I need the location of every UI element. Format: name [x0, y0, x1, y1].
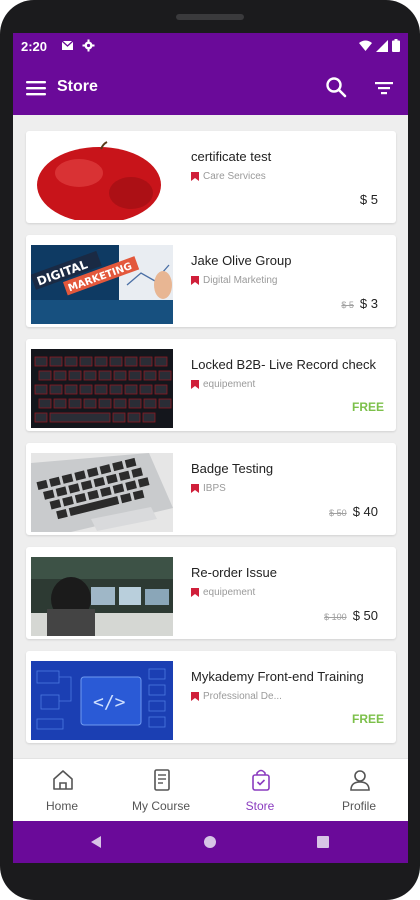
free-label: FREE [351, 712, 384, 726]
category-label: IBPS [203, 483, 226, 494]
original-price: $ 5 [341, 300, 354, 310]
category-label: Professional De... [203, 691, 282, 702]
course-category: Care Services [191, 171, 266, 182]
price-area: $ 5 $ 3 [341, 296, 384, 311]
course-thumbnail-keyboard-dark [31, 349, 173, 428]
course-title: Mykademy Front-end Training [191, 669, 364, 684]
svg-text:</>: </> [93, 692, 126, 713]
course-card[interactable]: Badge Testing IBPS $ 50 $ 40 [26, 443, 396, 535]
bookmark-flag-icon [191, 172, 199, 181]
price-area: FREE [340, 712, 384, 726]
course-card[interactable]: Re-order Issue equipement $ 100 $ 50 [26, 547, 396, 639]
course-title: Locked B2B- Live Record check [191, 357, 376, 372]
hamburger-menu-icon[interactable] [25, 77, 47, 99]
signal-icon [376, 39, 388, 52]
current-price: $ 40 [352, 504, 378, 519]
screen: 2:20 Store certificate test Care Service… [13, 33, 408, 863]
status-time: 2:20 [21, 39, 48, 54]
home-circle-icon[interactable] [203, 835, 217, 849]
profile-icon [350, 770, 370, 791]
nav-profile[interactable]: Profile [310, 759, 408, 822]
course-thumbnail-digital-marketing: DIGITAL MARKETING [31, 245, 173, 324]
nav-home-label: Home [45, 799, 78, 813]
course-list: certificate test Care Services $ 5 DIGIT… [13, 115, 408, 758]
current-price: $ 3 [359, 296, 378, 311]
bookmark-flag-icon [191, 692, 199, 701]
category-label: equipement [203, 587, 256, 598]
bookmark-flag-icon [191, 380, 199, 389]
nav-my-course-label: My Course [131, 799, 190, 813]
status-bar: 2:20 [13, 33, 408, 60]
price-area: $ 50 $ 40 [329, 504, 384, 519]
settings-gear-icon [82, 39, 95, 52]
course-category: equipement [191, 587, 255, 598]
course-thumbnail-apple [31, 141, 173, 220]
free-label: FREE [351, 400, 384, 414]
bookmark-flag-icon [191, 276, 199, 285]
wifi-icon [359, 40, 372, 51]
back-icon[interactable] [89, 835, 103, 849]
current-price: $ 5 [359, 192, 378, 207]
current-price: $ 50 [352, 608, 378, 623]
course-title: certificate test [191, 149, 272, 164]
course-card[interactable]: DIGITAL MARKETING Jake Olive Group Digit… [26, 235, 396, 327]
mail-icon [61, 40, 74, 50]
phone-speaker [176, 14, 244, 20]
price-area: $ 100 $ 50 [324, 608, 384, 623]
course-category: IBPS [191, 483, 226, 494]
store-bag-icon [252, 769, 270, 791]
course-title: Badge Testing [191, 461, 274, 476]
course-card[interactable]: Locked B2B- Live Record check equipement… [26, 339, 396, 431]
nav-store[interactable]: Store [211, 759, 309, 822]
nav-my-course[interactable]: My Course [112, 759, 210, 822]
nav-store-label: Store [245, 799, 275, 813]
search-icon[interactable] [325, 76, 347, 98]
original-price: $ 50 [329, 508, 347, 518]
phone-frame: 2:20 Store certificate test Care Service… [0, 0, 420, 900]
home-icon [53, 770, 73, 790]
course-card[interactable]: </> Mykademy Front-end Training Professi… [26, 651, 396, 743]
nav-home[interactable]: Home [13, 759, 111, 822]
course-title: Re-order Issue [191, 565, 277, 580]
course-category: Professional De... [191, 691, 282, 702]
price-area: $ 5 [354, 192, 384, 207]
category-label: Digital Marketing [203, 275, 278, 286]
course-thumbnail-frontend: </> [31, 661, 173, 740]
original-price: $ 100 [324, 612, 347, 622]
category-label: equipement [203, 379, 256, 390]
course-icon [154, 769, 170, 791]
price-area: FREE [340, 400, 384, 414]
course-category: Digital Marketing [191, 275, 277, 286]
battery-icon [392, 39, 400, 52]
course-category: equipement [191, 379, 255, 390]
nav-profile-label: Profile [341, 799, 376, 813]
bookmark-flag-icon [191, 588, 199, 597]
course-thumbnail-workstation [31, 557, 173, 636]
category-label: Care Services [203, 171, 266, 182]
course-title: Jake Olive Group [191, 253, 292, 268]
recents-icon[interactable] [316, 835, 330, 849]
course-thumbnail-laptop [31, 453, 173, 532]
course-card[interactable]: certificate test Care Services $ 5 [26, 131, 396, 223]
system-navigation-bar [13, 821, 408, 863]
app-bar: Store [13, 60, 408, 115]
page-title: Store [57, 78, 98, 95]
bookmark-flag-icon [191, 484, 199, 493]
bottom-navigation: Home My Course Store Profile [13, 758, 408, 822]
filter-icon[interactable] [373, 77, 395, 99]
